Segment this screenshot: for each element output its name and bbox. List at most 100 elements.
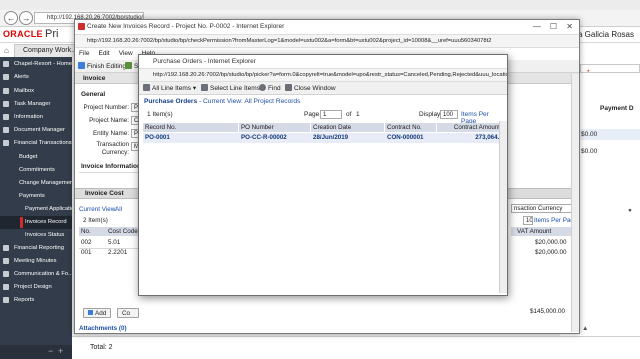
cost-row-no: 001 [81, 249, 92, 256]
po-row-amount[interactable]: 273,064./ [437, 133, 503, 143]
page-input[interactable]: 1 [320, 110, 342, 119]
invoice-information-section: Invoice Information [81, 163, 141, 170]
close-icon[interactable]: ✕ [566, 22, 573, 31]
all-line-items-button[interactable]: All Line Items ▾ [143, 82, 196, 95]
col-creation-date[interactable]: Creation Date [311, 123, 385, 132]
po-toolbar: All Line Items ▾ Select Line Items Find … [139, 82, 507, 95]
sidebar-item-budget[interactable]: Budget [0, 151, 72, 164]
select-line-items-button[interactable]: Select Line Items [201, 82, 260, 95]
currency-select[interactable]: nsaction Currency [511, 204, 575, 213]
sidebar-item-payments[interactable]: Payments [0, 190, 72, 203]
home-icon [3, 61, 9, 67]
vat-header: VAT Amount [511, 227, 579, 236]
sidebar-item-document-manager[interactable]: Document Manager [0, 124, 72, 137]
sidebar-item-financial-reporting[interactable]: Financial Reporting [0, 242, 72, 255]
sidebar-item-alerts[interactable]: Alerts [0, 71, 72, 84]
user-icon[interactable]: ● [628, 207, 632, 214]
close-window-button[interactable]: Close Window [285, 82, 336, 95]
total-amount: $145,000.00 [530, 308, 566, 315]
folder-icon [3, 127, 9, 133]
display-label: Display [419, 111, 441, 118]
design-icon [3, 284, 9, 290]
minimize-icon[interactable]: — [533, 22, 541, 31]
sidebar-item-meeting-minutes[interactable]: Meeting Minutes [0, 255, 72, 268]
transaction-currency-label: Transaction Currency: [96, 141, 129, 156]
page-label: Page [304, 111, 320, 118]
sidebar-item-commitments[interactable]: Commitments [0, 164, 72, 177]
sidebar-item-invoices-record[interactable]: Invoices Record [0, 216, 72, 229]
invoice-window-title: Create New Invoices Record - Project No.… [75, 20, 579, 34]
collapse-icon[interactable]: − [48, 346, 53, 356]
cost-items-count: 2 Item(s) [83, 217, 108, 224]
amount-row-1: $0.00 [578, 129, 640, 140]
user-name[interactable]: a Galicia Rosas [578, 30, 634, 39]
cost-table-header: No. Cost Code [79, 227, 139, 236]
col-contract-no[interactable]: Contract No. [385, 123, 437, 132]
po-scrollbar[interactable] [499, 121, 507, 293]
divider [79, 172, 139, 173]
page-total: 1 [356, 111, 360, 118]
display-select[interactable]: 100 [440, 110, 458, 119]
po-row-record[interactable]: PO-0001 [143, 133, 239, 143]
menu-edit[interactable]: Edit [98, 50, 109, 57]
col-no: No. [81, 228, 91, 235]
general-section: General [81, 91, 106, 98]
add-icon[interactable]: + [58, 346, 63, 356]
report-icon [3, 297, 9, 303]
sidebar-item-project-design[interactable]: Project Design [0, 281, 72, 294]
company-workspace-tab[interactable]: Company Work... [14, 44, 78, 57]
sidebar-item-information[interactable]: Information [0, 111, 72, 124]
required-marker: * [587, 69, 590, 76]
invoice-window-url[interactable]: http://192.168.20.26:7002/bp/studio/bp/c… [75, 34, 579, 48]
sidebar-item-reports[interactable]: Reports [0, 294, 72, 307]
chat-icon [3, 271, 9, 277]
sidebar-item-financial-transactions[interactable]: Financial Transactions [0, 137, 72, 150]
po-row-date[interactable]: 28/Jun/2019 [311, 133, 385, 143]
items-per-page-select[interactable]: 100 [523, 216, 533, 225]
find-button[interactable]: Find [259, 82, 281, 95]
col-po-number[interactable]: PO Number [239, 123, 311, 132]
current-view-value[interactable]: All [115, 206, 122, 213]
sidebar-item-communication[interactable]: Communication & Fo... [0, 268, 72, 281]
forward-icon[interactable]: → [19, 11, 33, 25]
po-view-value[interactable]: All Project Records [244, 98, 300, 105]
current-view-label: Current View: [79, 206, 118, 213]
attachments-link[interactable]: Attachments (0) [79, 325, 127, 332]
back-icon[interactable]: ← [4, 11, 18, 25]
scrollbar[interactable] [571, 74, 579, 332]
po-window-url[interactable]: http://192.168.20.26:7002/bp/studio/bp/p… [139, 68, 507, 82]
sidebar-item-payment-applications[interactable]: Payment Applications [0, 203, 72, 216]
po-heading: Purchase Orders - Current View: All Proj… [144, 98, 300, 105]
cost-row-no: 002 [81, 239, 92, 246]
home-icon[interactable]: ⌂ [4, 46, 9, 55]
col-cost-code: Cost Code [108, 228, 138, 235]
sidebar: Chapel-Resort - Home Alerts Mailbox Task… [0, 57, 72, 359]
chevron-up-icon[interactable]: ▲ [582, 325, 588, 332]
po-pager: 1 Item(s) Page 1 of 1 Display 100 Items … [144, 110, 504, 125]
project-name-label: Project Name: [89, 117, 129, 124]
chart-icon [3, 245, 9, 251]
sidebar-item-task-manager[interactable]: Task Manager [0, 98, 72, 111]
menu-file[interactable]: File [79, 50, 89, 57]
finish-editing-button[interactable]: Finish Editing [78, 60, 126, 73]
po-row-contract[interactable]: CON-000001 [385, 133, 437, 143]
select-icon [201, 84, 208, 91]
menu-view[interactable]: View [119, 50, 133, 57]
payment-header: Payment D [600, 105, 634, 112]
oracle-logo: ORACLE [3, 29, 43, 39]
dollar-icon [3, 140, 9, 146]
mail-icon [3, 88, 9, 94]
col-record-no[interactable]: Record No. [143, 123, 239, 132]
sidebar-item-home[interactable]: Chapel-Resort - Home [0, 58, 72, 71]
sidebar-item-mailbox[interactable]: Mailbox [0, 85, 72, 98]
sidebar-item-change-management[interactable]: Change Management [0, 177, 72, 190]
col-contract-amount[interactable]: Contract Amount [437, 123, 503, 132]
of-label: of [346, 111, 352, 118]
po-title: Purchase Orders [144, 98, 198, 105]
add-button[interactable]: Add [83, 308, 112, 318]
maximize-icon[interactable]: ☐ [550, 22, 557, 31]
sidebar-item-invoices-status[interactable]: Invoices Status [0, 229, 72, 242]
po-row-po-number[interactable]: PO-CC-R-00002 [239, 133, 311, 143]
col-vat-amount: VAT Amount [517, 228, 552, 235]
copy-button[interactable]: Co [117, 308, 139, 318]
